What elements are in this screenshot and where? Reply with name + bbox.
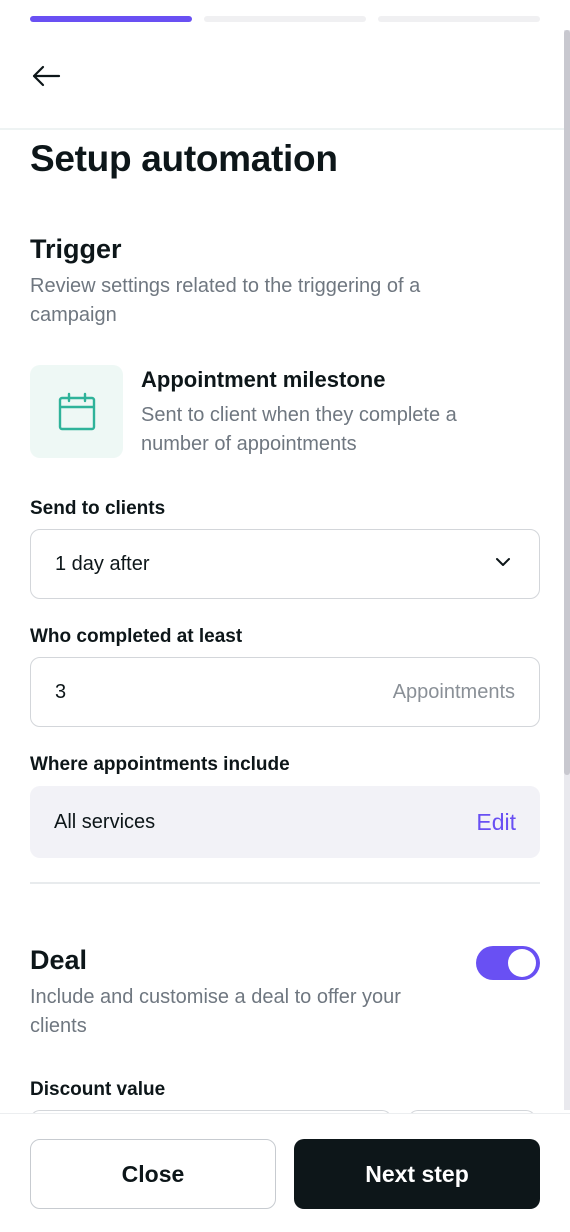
trigger-card-description: Sent to client when they complete a numb…: [141, 404, 457, 455]
deal-section-title: Deal: [30, 945, 88, 975]
page-title: Setup automation: [30, 138, 338, 179]
edit-services-link[interactable]: Edit: [476, 809, 516, 836]
send-to-clients-value: 1 day after: [55, 552, 150, 575]
progress-step-1: [30, 16, 192, 22]
appointments-count-input[interactable]: 3 Appointments: [30, 657, 540, 727]
services-value: All services: [54, 810, 156, 833]
trigger-card: Appointment milestone Sent to client whe…: [30, 365, 540, 461]
appointments-count-value: 3: [55, 680, 67, 703]
trigger-icon-box: [30, 365, 123, 458]
appointments-suffix: Appointments: [392, 680, 515, 703]
chevron-down-icon: [496, 558, 510, 566]
arrow-left-icon: [32, 65, 61, 87]
deal-toggle-knob: [508, 949, 536, 977]
deal-section-description: Include and customise a deal to offer yo…: [30, 986, 401, 1037]
services-selection: All services Edit: [30, 786, 540, 858]
progress-step-2: [204, 16, 366, 22]
step-progress: [30, 16, 540, 22]
send-to-clients-select[interactable]: 1 day after: [30, 529, 540, 599]
trigger-section-description: Review settings related to the triggerin…: [30, 275, 421, 326]
progress-step-3: [378, 16, 540, 22]
discount-value-label: Discount value: [30, 1079, 166, 1100]
top-bar: [0, 38, 570, 130]
back-button[interactable]: [26, 60, 66, 92]
calendar-icon: [58, 392, 95, 430]
appointments-include-label: Where appointments include: [30, 754, 290, 775]
trigger-card-title: Appointment milestone: [141, 367, 386, 392]
footer-actions: Close Next step: [0, 1113, 570, 1232]
scrollbar-thumb[interactable]: [564, 30, 570, 775]
deal-toggle[interactable]: [476, 946, 540, 980]
send-to-clients-label: Send to clients: [30, 498, 166, 519]
section-divider: [30, 882, 540, 884]
completed-label: Who completed at least: [30, 626, 243, 647]
trigger-section-title: Trigger: [30, 234, 122, 264]
close-button[interactable]: Close: [30, 1139, 276, 1209]
next-step-button[interactable]: Next step: [294, 1139, 540, 1209]
